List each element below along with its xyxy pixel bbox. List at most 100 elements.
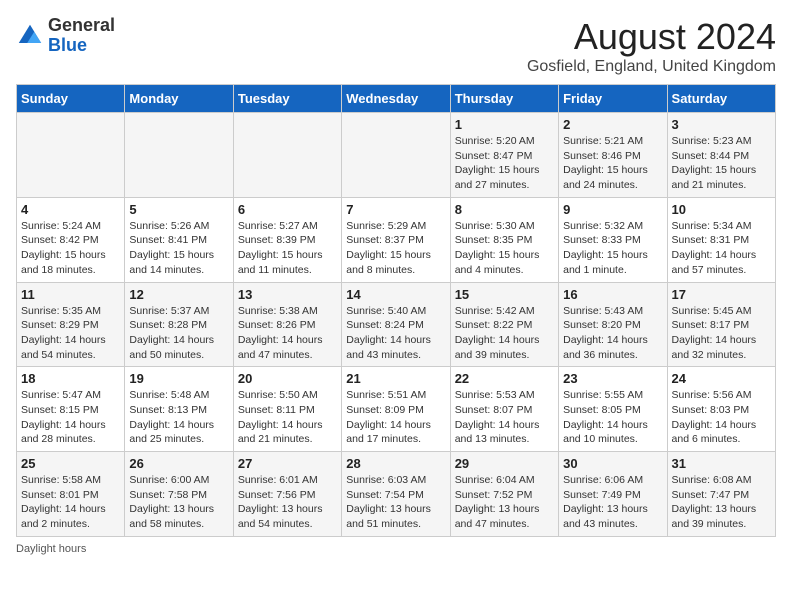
- day-info: Sunrise: 6:08 AMSunset: 7:47 PMDaylight:…: [672, 473, 771, 532]
- day-info: Sunrise: 5:27 AMSunset: 8:39 PMDaylight:…: [238, 219, 337, 278]
- day-number: 17: [672, 287, 771, 302]
- day-info: Sunrise: 5:23 AMSunset: 8:44 PMDaylight:…: [672, 134, 771, 193]
- day-number: 8: [455, 202, 554, 217]
- day-info: Sunrise: 6:04 AMSunset: 7:52 PMDaylight:…: [455, 473, 554, 532]
- week-row-3: 11 Sunrise: 5:35 AMSunset: 8:29 PMDayligh…: [17, 282, 776, 367]
- day-header-tuesday: Tuesday: [233, 85, 341, 113]
- calendar-cell: [125, 113, 233, 198]
- day-number: 11: [21, 287, 120, 302]
- calendar-cell: 12 Sunrise: 5:37 AMSunset: 8:28 PMDayligh…: [125, 282, 233, 367]
- month-year: August 2024: [527, 16, 776, 58]
- week-row-4: 18Sunrise: 5:47 AMSunset: 8:15 PMDayligh…: [17, 367, 776, 452]
- day-info: Sunrise: 5:21 AMSunset: 8:46 PMDaylight:…: [563, 134, 662, 193]
- logo-icon: [16, 22, 44, 50]
- day-info: Sunrise: 5:55 AMSunset: 8:05 PMDaylight:…: [563, 388, 662, 447]
- day-number: 21: [346, 371, 445, 386]
- day-number: 4: [21, 202, 120, 217]
- day-info: Sunrise: 5:20 AMSunset: 8:47 PMDaylight:…: [455, 134, 554, 193]
- calendar-cell: 17Sunrise: 5:45 AMSunset: 8:17 PMDayligh…: [667, 282, 775, 367]
- day-info: Sunrise: 5:24 AMSunset: 8:42 PMDaylight:…: [21, 219, 120, 278]
- day-header-monday: Monday: [125, 85, 233, 113]
- day-header-thursday: Thursday: [450, 85, 558, 113]
- calendar-cell: 20Sunrise: 5:50 AMSunset: 8:11 PMDayligh…: [233, 367, 341, 452]
- calendar-cell: 31 Sunrise: 6:08 AMSunset: 7:47 PMDayligh…: [667, 452, 775, 537]
- day-info: Sunrise: 6:06 AMSunset: 7:49 PMDaylight:…: [563, 473, 662, 532]
- day-info: Sunrise: 5:51 AMSunset: 8:09 PMDaylight:…: [346, 388, 445, 447]
- calendar-cell: 29 Sunrise: 6:04 AMSunset: 7:52 PMDayligh…: [450, 452, 558, 537]
- logo: General Blue: [16, 16, 115, 56]
- day-info: Sunrise: 5:43 AMSunset: 8:20 PMDaylight:…: [563, 304, 662, 363]
- day-number: 7: [346, 202, 445, 217]
- day-info: Sunrise: 5:32 AMSunset: 8:33 PMDaylight:…: [563, 219, 662, 278]
- day-number: 30: [563, 456, 662, 471]
- day-number: 28: [346, 456, 445, 471]
- calendar-cell: [17, 113, 125, 198]
- day-number: 31: [672, 456, 771, 471]
- day-number: 23: [563, 371, 662, 386]
- day-number: 2: [563, 117, 662, 132]
- week-row-2: 4 Sunrise: 5:24 AMSunset: 8:42 PMDaylight…: [17, 197, 776, 282]
- day-header-saturday: Saturday: [667, 85, 775, 113]
- day-number: 16: [563, 287, 662, 302]
- calendar-cell: 21 Sunrise: 5:51 AMSunset: 8:09 PMDayligh…: [342, 367, 450, 452]
- calendar-cell: 27 Sunrise: 6:01 AMSunset: 7:56 PMDayligh…: [233, 452, 341, 537]
- day-number: 24: [672, 371, 771, 386]
- day-info: Sunrise: 5:42 AMSunset: 8:22 PMDaylight:…: [455, 304, 554, 363]
- day-info: Sunrise: 6:03 AMSunset: 7:54 PMDaylight:…: [346, 473, 445, 532]
- day-info: Sunrise: 5:37 AMSunset: 8:28 PMDaylight:…: [129, 304, 228, 363]
- logo-blue: Blue: [48, 35, 87, 55]
- day-number: 27: [238, 456, 337, 471]
- day-number: 19: [129, 371, 228, 386]
- footer-note: Daylight hours: [16, 543, 776, 555]
- calendar-cell: 25Sunrise: 5:58 AMSunset: 8:01 PMDayligh…: [17, 452, 125, 537]
- calendar-cell: 13Sunrise: 5:38 AMSunset: 8:26 PMDayligh…: [233, 282, 341, 367]
- calendar-cell: 14Sunrise: 5:40 AMSunset: 8:24 PMDayligh…: [342, 282, 450, 367]
- calendar-cell: 19 Sunrise: 5:48 AMSunset: 8:13 PMDayligh…: [125, 367, 233, 452]
- day-number: 10: [672, 202, 771, 217]
- day-info: Sunrise: 5:48 AMSunset: 8:13 PMDaylight:…: [129, 388, 228, 447]
- week-row-5: 25Sunrise: 5:58 AMSunset: 8:01 PMDayligh…: [17, 452, 776, 537]
- day-info: Sunrise: 6:00 AMSunset: 7:58 PMDaylight:…: [129, 473, 228, 532]
- logo-text: General Blue: [48, 16, 115, 56]
- logo-general: General: [48, 15, 115, 35]
- calendar-cell: 9Sunrise: 5:32 AMSunset: 8:33 PMDaylight…: [559, 197, 667, 282]
- day-number: 25: [21, 456, 120, 471]
- calendar-cell: 5Sunrise: 5:26 AMSunset: 8:41 PMDaylight…: [125, 197, 233, 282]
- day-header-row: SundayMondayTuesdayWednesdayThursdayFrid…: [17, 85, 776, 113]
- calendar-cell: 16 Sunrise: 5:43 AMSunset: 8:20 PMDayligh…: [559, 282, 667, 367]
- day-number: 29: [455, 456, 554, 471]
- calendar-cell: 28 Sunrise: 6:03 AMSunset: 7:54 PMDayligh…: [342, 452, 450, 537]
- day-number: 13: [238, 287, 337, 302]
- calendar-cell: 18Sunrise: 5:47 AMSunset: 8:15 PMDayligh…: [17, 367, 125, 452]
- day-info: Sunrise: 6:01 AMSunset: 7:56 PMDaylight:…: [238, 473, 337, 532]
- calendar-cell: 30 Sunrise: 6:06 AMSunset: 7:49 PMDayligh…: [559, 452, 667, 537]
- calendar-cell: 15 Sunrise: 5:42 AMSunset: 8:22 PMDayligh…: [450, 282, 558, 367]
- day-info: Sunrise: 5:35 AMSunset: 8:29 PMDaylight:…: [21, 304, 120, 363]
- calendar-cell: 22 Sunrise: 5:53 AMSunset: 8:07 PMDayligh…: [450, 367, 558, 452]
- week-row-1: 1 Sunrise: 5:20 AMSunset: 8:47 PMDaylight…: [17, 113, 776, 198]
- day-header-wednesday: Wednesday: [342, 85, 450, 113]
- day-number: 22: [455, 371, 554, 386]
- day-number: 5: [129, 202, 228, 217]
- day-number: 15: [455, 287, 554, 302]
- calendar-cell: 26 Sunrise: 6:00 AMSunset: 7:58 PMDayligh…: [125, 452, 233, 537]
- day-info: Sunrise: 5:50 AMSunset: 8:11 PMDaylight:…: [238, 388, 337, 447]
- calendar-cell: 2 Sunrise: 5:21 AMSunset: 8:46 PMDaylight…: [559, 113, 667, 198]
- day-header-sunday: Sunday: [17, 85, 125, 113]
- calendar-cell: 24 Sunrise: 5:56 AMSunset: 8:03 PMDayligh…: [667, 367, 775, 452]
- day-number: 26: [129, 456, 228, 471]
- day-info: Sunrise: 5:56 AMSunset: 8:03 PMDaylight:…: [672, 388, 771, 447]
- calendar-cell: [342, 113, 450, 198]
- day-number: 1: [455, 117, 554, 132]
- calendar-cell: 3 Sunrise: 5:23 AMSunset: 8:44 PMDaylight…: [667, 113, 775, 198]
- day-number: 12: [129, 287, 228, 302]
- day-number: 18: [21, 371, 120, 386]
- day-info: Sunrise: 5:29 AMSunset: 8:37 PMDaylight:…: [346, 219, 445, 278]
- calendar-cell: 11 Sunrise: 5:35 AMSunset: 8:29 PMDayligh…: [17, 282, 125, 367]
- day-info: Sunrise: 5:53 AMSunset: 8:07 PMDaylight:…: [455, 388, 554, 447]
- page-header: General Blue August 2024 Gosfield, Engla…: [16, 16, 776, 76]
- day-number: 3: [672, 117, 771, 132]
- day-info: Sunrise: 5:30 AMSunset: 8:35 PMDaylight:…: [455, 219, 554, 278]
- calendar-cell: 6Sunrise: 5:27 AMSunset: 8:39 PMDaylight…: [233, 197, 341, 282]
- calendar-cell: 4 Sunrise: 5:24 AMSunset: 8:42 PMDaylight…: [17, 197, 125, 282]
